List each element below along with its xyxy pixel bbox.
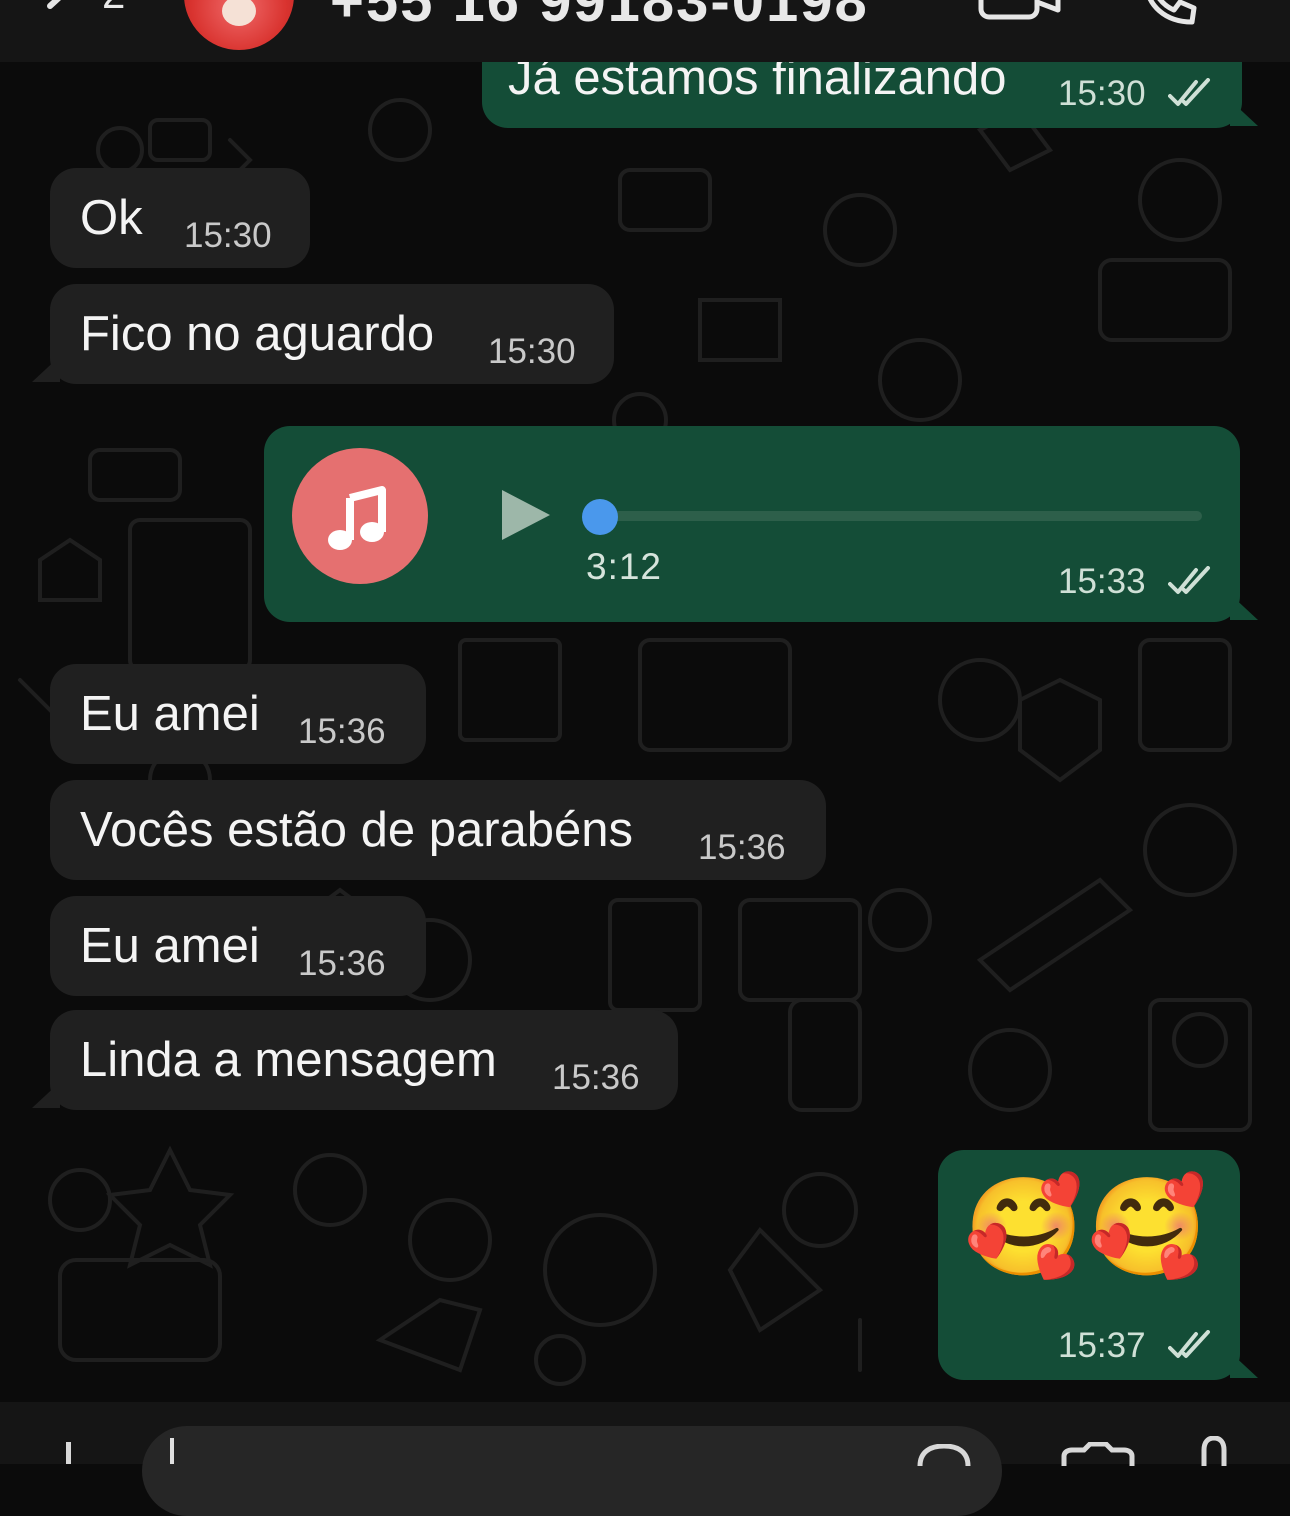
message-list[interactable]: Já estamos finalizando 15:30 Ok 15:30 Fi…: [0, 0, 1290, 1400]
message-time: 15:30: [488, 332, 576, 371]
composer-bar: [0, 1402, 1290, 1516]
audio-message[interactable]: 3:12 15:33: [264, 426, 1240, 622]
message-text: Linda a mensagem: [80, 1033, 497, 1087]
contact-name[interactable]: +55 16 99183-0198: [330, 0, 869, 35]
audio-duration: 3:12: [586, 546, 663, 587]
message-text: Eu amei: [80, 687, 260, 741]
message-time: 15:36: [698, 828, 786, 867]
message-bubble-incoming[interactable]: Fico no aguardo 15:30: [50, 284, 614, 384]
mic-icon[interactable]: [1196, 1435, 1232, 1471]
bubble-tail: [1230, 100, 1258, 126]
message-time: 15:30: [184, 216, 272, 255]
music-note-icon: [292, 448, 428, 584]
phone-call-icon[interactable]: [1140, 0, 1200, 31]
bubble-tail: [1230, 594, 1258, 620]
emoji-message: 🥰🥰: [964, 1174, 1212, 1281]
message-input[interactable]: [142, 1426, 1002, 1516]
message-time: 15:33: [1058, 562, 1146, 601]
message-text: Ok: [80, 191, 143, 245]
camera-icon[interactable]: [1060, 1441, 1136, 1473]
message-bubble-incoming[interactable]: Eu amei 15:36: [50, 664, 426, 764]
message-text: Fico no aguardo: [80, 307, 435, 361]
double-check-icon: [1168, 1330, 1214, 1365]
avatar[interactable]: [184, 0, 294, 50]
plus-icon[interactable]: [66, 1442, 71, 1464]
bubble-tail: [32, 1082, 60, 1108]
message-time: 15:36: [552, 1058, 640, 1097]
message-text: Eu amei: [80, 919, 260, 973]
video-call-icon[interactable]: [978, 0, 1062, 27]
message-time: 15:30: [1058, 74, 1146, 113]
unread-count: 2: [102, 0, 125, 18]
message-text: Vocês estão de parabéns: [80, 803, 634, 857]
message-bubble-incoming[interactable]: Linda a mensagem 15:36: [50, 1010, 678, 1110]
bubble-tail: [1230, 1352, 1258, 1378]
arrow-left-icon[interactable]: [40, 0, 80, 29]
message-time: 15:36: [298, 712, 386, 751]
play-icon[interactable]: [500, 488, 552, 547]
message-bubble-outgoing[interactable]: 🥰🥰 15:37: [938, 1150, 1240, 1380]
message-bubble-incoming[interactable]: Eu amei 15:36: [50, 896, 426, 996]
message-time: 15:36: [298, 944, 386, 983]
message-bubble-incoming[interactable]: Ok 15:30: [50, 168, 310, 268]
double-check-icon: [1168, 78, 1214, 113]
message-bubble-incoming[interactable]: Vocês estão de parabéns 15:36: [50, 780, 826, 880]
message-time: 15:37: [1058, 1326, 1146, 1365]
audio-progress-track[interactable]: [600, 511, 1202, 521]
audio-progress-knob[interactable]: [582, 499, 618, 535]
sticker-icon[interactable]: [916, 1443, 972, 1473]
text-cursor: [170, 1438, 174, 1464]
bubble-tail: [32, 356, 60, 382]
chat-header: 2 +55 16 99183-0198: [0, 0, 1290, 62]
double-check-icon: [1168, 566, 1214, 601]
